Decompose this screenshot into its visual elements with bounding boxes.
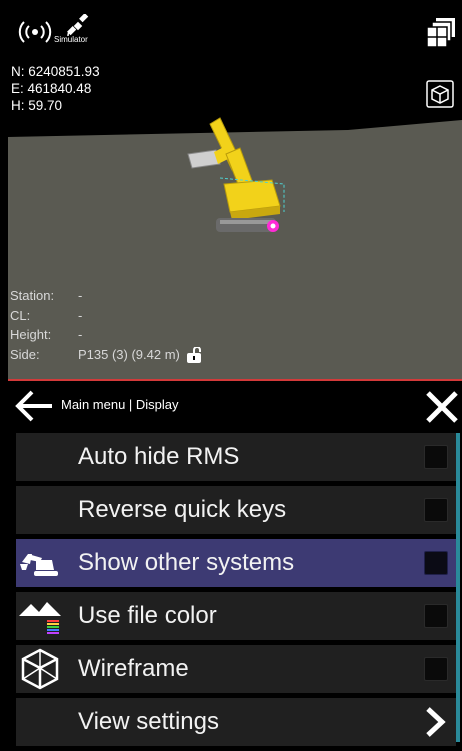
- unlock-icon[interactable]: [186, 346, 201, 364]
- reverse-quick-keys-checkbox[interactable]: [424, 498, 448, 522]
- height-value: H: 59.70: [11, 98, 63, 113]
- wireframe-checkbox[interactable]: [424, 657, 448, 681]
- show-other-systems-checkbox[interactable]: [424, 551, 448, 575]
- simulator-label: Simulator: [54, 35, 88, 44]
- side-row: Side: P135 (3) (9.42 m): [10, 345, 201, 365]
- app-root: Simulator N: 6240851.93 E: 461840.48 H: …: [0, 0, 462, 746]
- use-file-color-checkbox[interactable]: [424, 604, 448, 628]
- position-readout: N: 6240851.93 E: 461840.48 H: 59.70: [11, 63, 100, 114]
- menu-item-label: View settings: [78, 708, 219, 735]
- list-scrollbar[interactable]: [456, 433, 460, 742]
- wireframe-cube-icon: [16, 645, 64, 693]
- alignment-info: Station: - CL: - Height: - Side: P135 (3…: [10, 286, 201, 365]
- height-info-value: -: [78, 327, 83, 342]
- menu-header: Main menu | Display: [8, 381, 462, 431]
- view-cube-icon[interactable]: [426, 80, 454, 108]
- menu-item-label: Wireframe: [78, 655, 189, 682]
- menu-item-view-settings[interactable]: View settings: [16, 698, 456, 746]
- northing-value: N: 6240851.93: [11, 64, 100, 79]
- broadcast-signal-icon[interactable]: [16, 20, 54, 44]
- scrollbar-thumb[interactable]: [456, 433, 460, 742]
- height-label: Height:: [10, 327, 52, 342]
- menu-item-wireframe[interactable]: Wireframe: [16, 645, 456, 693]
- back-arrow-icon[interactable]: [14, 388, 54, 424]
- chevron-right-icon: [426, 707, 446, 737]
- cl-row: CL: -: [10, 306, 200, 326]
- auto-hide-rms-checkbox[interactable]: [424, 445, 448, 469]
- cl-label: CL:: [10, 307, 31, 323]
- menu-item-label: Auto hide RMS: [78, 443, 240, 470]
- side-value: P135 (3) (9.42 m): [78, 346, 180, 362]
- settings-list: Auto hide RMS Reverse quick keys Show ot…: [16, 433, 456, 751]
- excavator-icon: [16, 539, 64, 587]
- layers-icon[interactable]: [426, 17, 456, 49]
- close-icon[interactable]: [423, 388, 461, 426]
- easting-value: E: 461840.48: [11, 81, 92, 96]
- menu-item-label: Reverse quick keys: [78, 496, 287, 523]
- menu-item-show-other-systems[interactable]: Show other systems: [16, 539, 456, 587]
- station-label: Station:: [10, 288, 55, 303]
- menu-item-use-file-color[interactable]: Use file color: [16, 592, 456, 640]
- station-row: Station: -: [10, 286, 200, 306]
- height-row: Height: -: [10, 325, 200, 345]
- menu-item-label: Show other systems: [78, 549, 295, 576]
- menu-item-reverse-quick-keys[interactable]: Reverse quick keys: [16, 486, 456, 534]
- menu-item-label: Use file color: [78, 602, 217, 629]
- cl-value: -: [78, 307, 83, 323]
- terrain-color-icon: [16, 592, 64, 640]
- side-label: Side:: [10, 346, 40, 362]
- menu-item-auto-hide-rms[interactable]: Auto hide RMS: [16, 433, 456, 481]
- station-value: -: [78, 288, 83, 303]
- target-point-marker: [267, 220, 279, 232]
- menu-breadcrumb: Main menu | Display: [61, 397, 179, 412]
